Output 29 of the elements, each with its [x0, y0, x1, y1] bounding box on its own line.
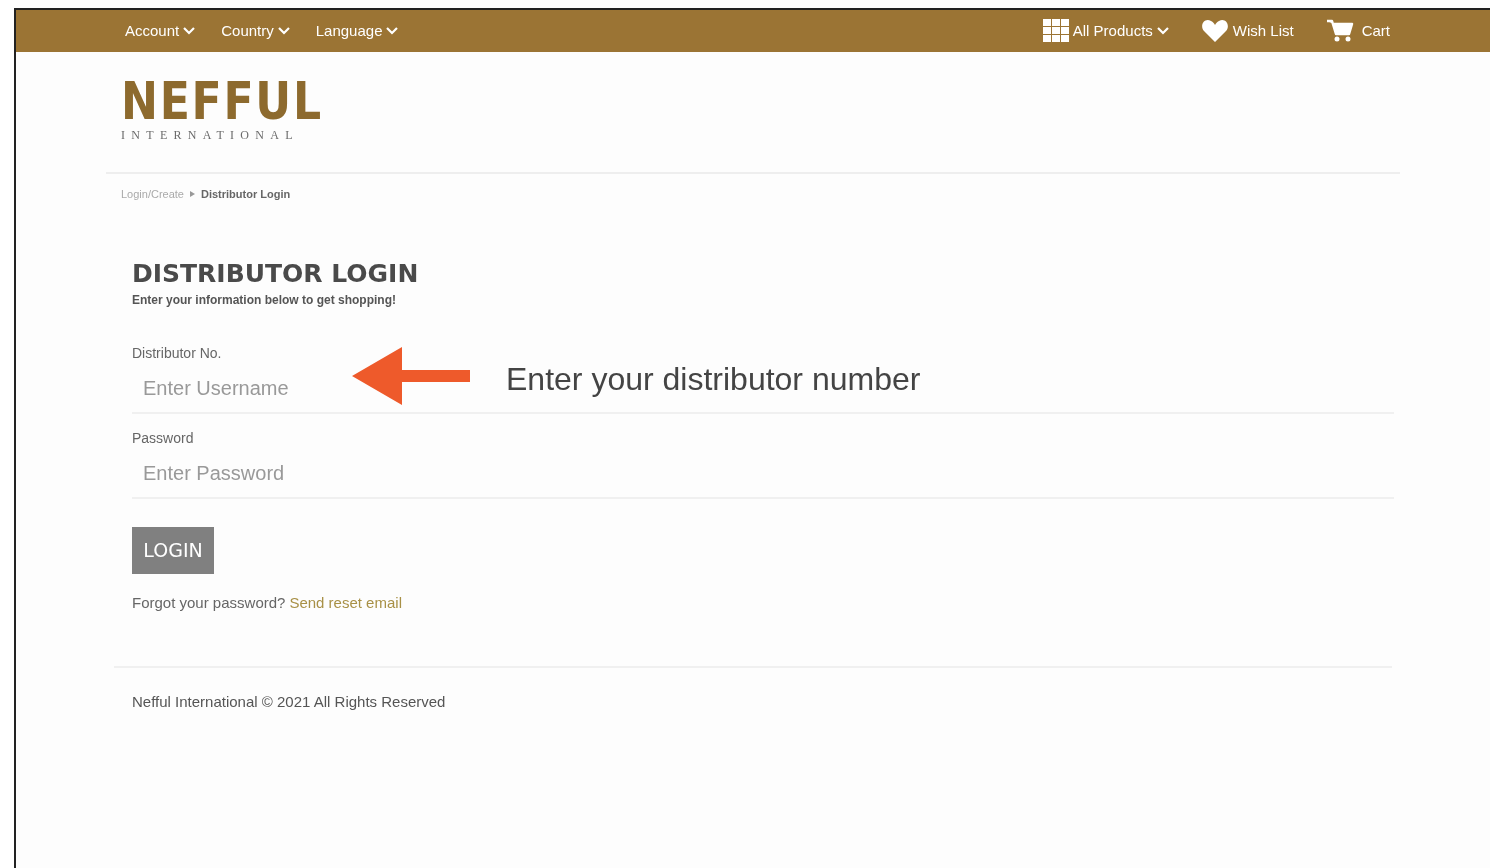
chevron-down-icon [277, 27, 290, 35]
nav-menu-item[interactable]: Country [221, 19, 290, 43]
nav-menu-item[interactable]: Account [125, 19, 196, 43]
footer-copyright: Nefful International © 2021 All Rights Reserved [132, 693, 446, 710]
field-label: Password [132, 428, 195, 448]
reset-email-link[interactable]: Send reset email [289, 591, 402, 614]
forgot-password-text: Forgot your password? [132, 592, 286, 613]
grid-icon [1042, 19, 1069, 43]
chevron-down-icon [386, 27, 399, 35]
input-field[interactable]: Enter Username [132, 371, 332, 412]
nav-menu-item[interactable]: All Products [1042, 19, 1169, 43]
field-label: Distributor No. [132, 343, 223, 363]
page-heading: DISTRIBUTOR LOGIN [132, 258, 420, 289]
subtitle: Enter your information below to get shopping! [132, 291, 397, 309]
breadcrumb-current: Distributor Login [201, 187, 291, 202]
nav-menu-item[interactable]: Language [315, 19, 399, 43]
annotation-text: Enter your distributor number [506, 360, 921, 399]
input-field[interactable]: Enter Password [132, 456, 332, 497]
arrow-icon [352, 347, 470, 405]
login-button[interactable]: LOGIN [132, 526, 214, 574]
caret-right-icon [190, 191, 195, 198]
cart-icon [1325, 19, 1354, 43]
logo[interactable]: NEFFUL INTERNATIONAL [121, 78, 321, 144]
breadcrumb-link[interactable]: Login/Create [121, 186, 184, 203]
chevron-down-icon [1156, 27, 1169, 35]
chevron-down-icon [183, 27, 196, 35]
nav-menu-item[interactable]: Wish List [1200, 19, 1294, 43]
nav-menu-item[interactable]: Cart [1325, 19, 1390, 43]
heart-icon [1200, 19, 1229, 43]
